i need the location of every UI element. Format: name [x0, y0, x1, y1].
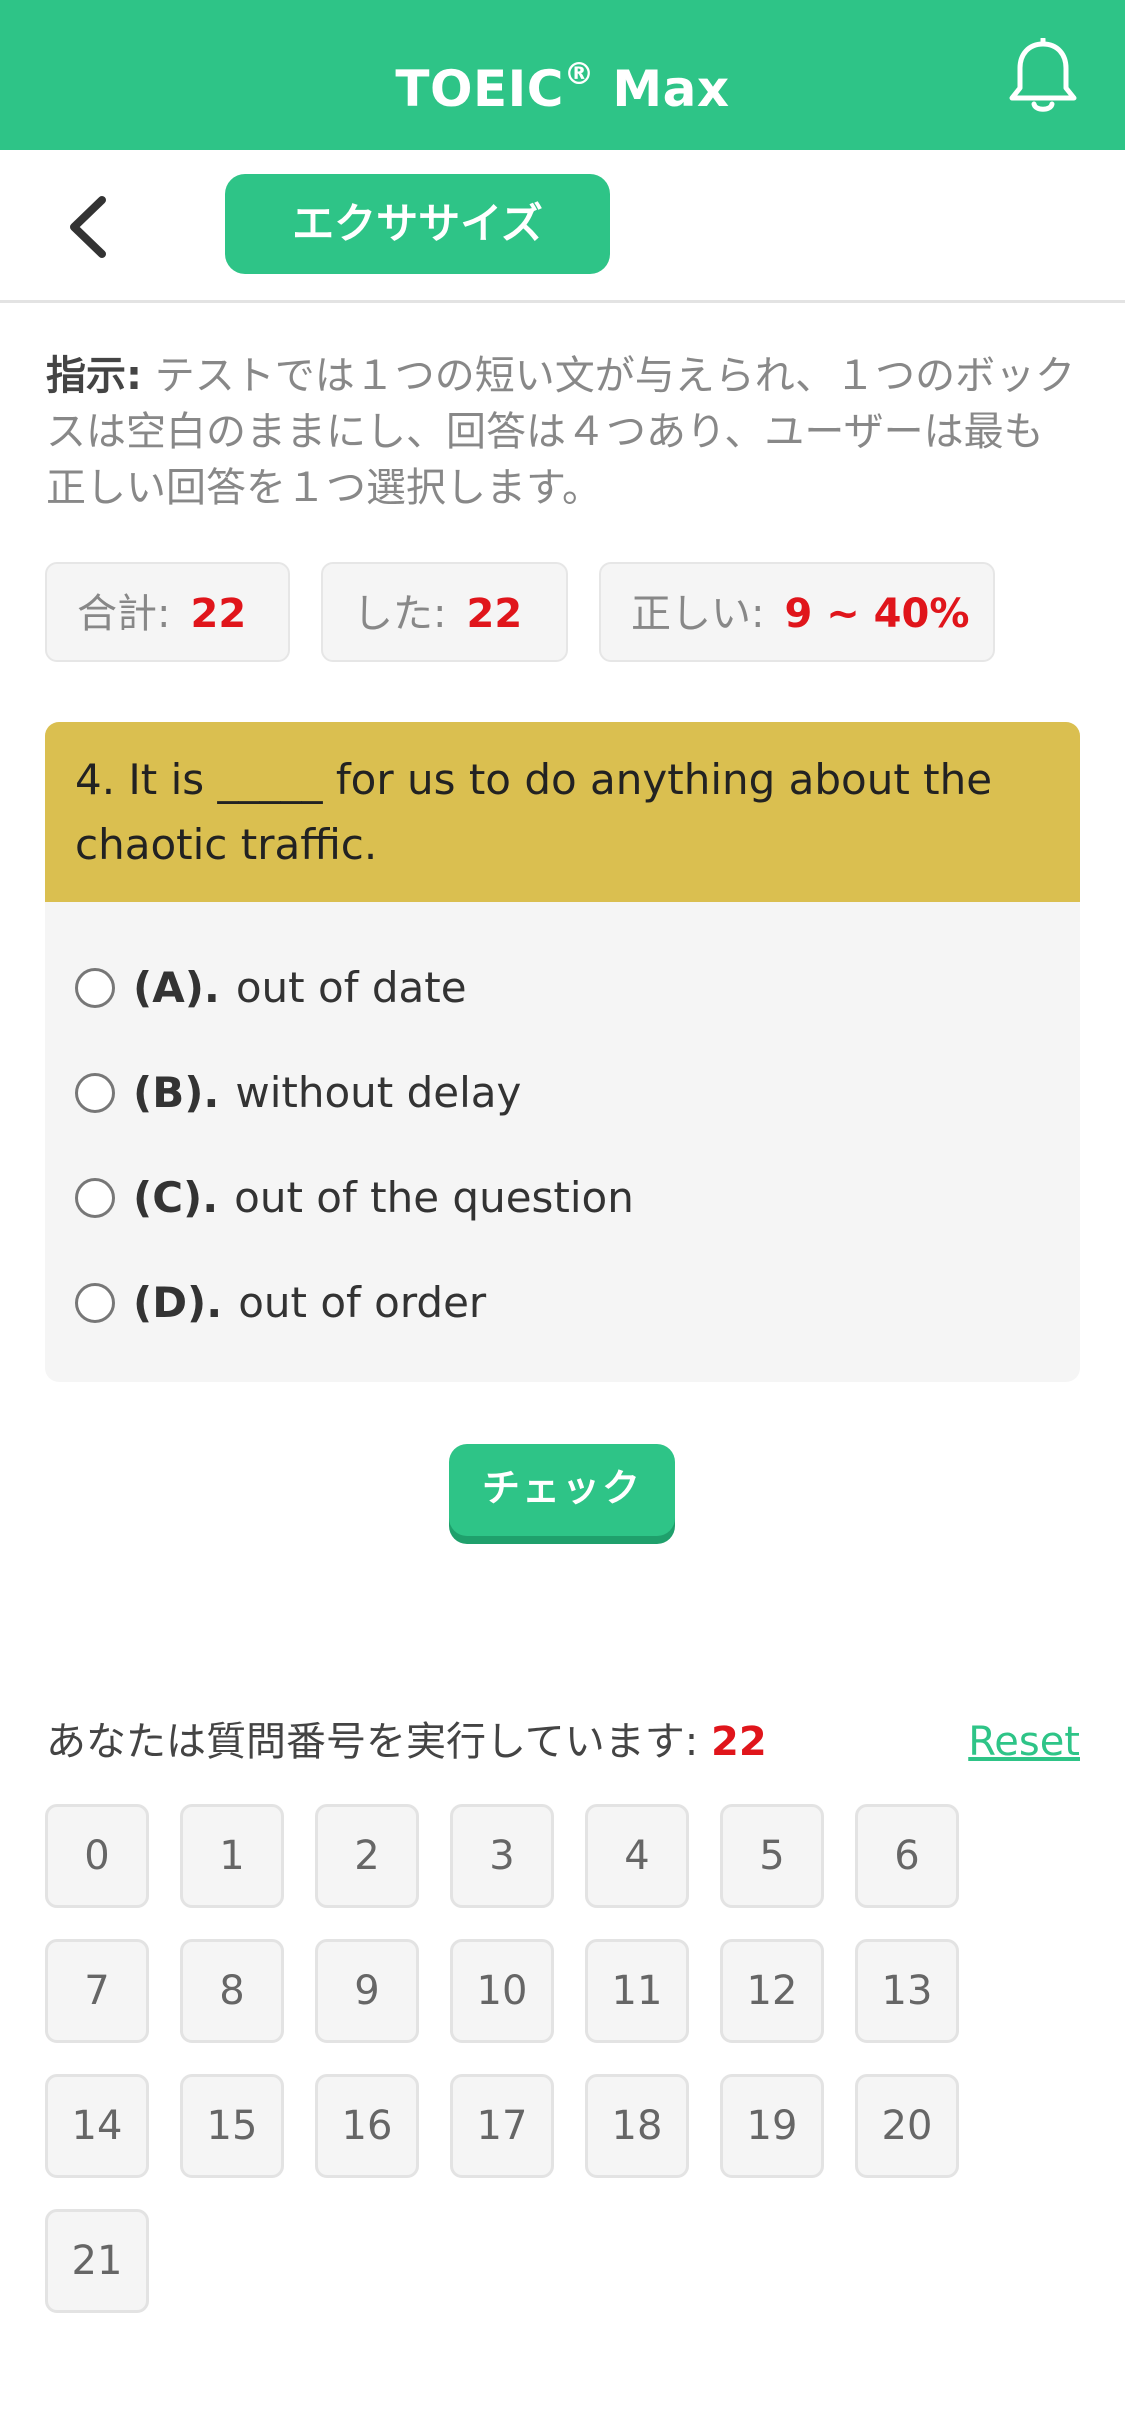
- question-number-button[interactable]: 14: [45, 2074, 149, 2178]
- radio-button[interactable]: [75, 1282, 115, 1323]
- done-stat: した: 22: [321, 562, 568, 662]
- option-a[interactable]: (A). out of date: [75, 948, 1055, 1028]
- question-number-button[interactable]: 17: [450, 2074, 554, 2178]
- question-number-button[interactable]: 11: [585, 1939, 689, 2043]
- radio-button[interactable]: [75, 967, 115, 1008]
- question-number-button[interactable]: 13: [855, 1939, 959, 2043]
- option-c[interactable]: (C). out of the question: [75, 1158, 1055, 1238]
- question-number-button[interactable]: 3: [450, 1804, 554, 1908]
- option-b[interactable]: (B). without delay: [75, 1053, 1055, 1133]
- question-number-button[interactable]: 5: [720, 1804, 824, 1908]
- question-number-button[interactable]: 7: [45, 1939, 149, 2043]
- option-d[interactable]: (D). out of order: [75, 1263, 1055, 1343]
- question-text: 4. It is _____ for us to do anything abo…: [45, 722, 1080, 902]
- question-number-button[interactable]: 10: [450, 1939, 554, 2043]
- instruction-text: 指示: テストでは１つの短い文が与えられ、１つのボックスは空白のままにし、回答は…: [46, 353, 1076, 511]
- question-number-button[interactable]: 18: [585, 2074, 689, 2178]
- app-title: TOEIC® Max: [395, 57, 730, 118]
- radio-button[interactable]: [75, 1072, 115, 1113]
- question-card: 4. It is _____ for us to do anything abo…: [45, 722, 1080, 1382]
- reset-link[interactable]: Reset: [960, 1712, 1080, 1772]
- question-number-button[interactable]: 4: [585, 1804, 689, 1908]
- correct-stat: 正しい: 9 ~ 40%: [599, 562, 995, 662]
- question-number-button[interactable]: 0: [45, 1804, 149, 1908]
- check-button[interactable]: チェック: [449, 1444, 675, 1536]
- question-number-button[interactable]: 19: [720, 2074, 824, 2178]
- question-number-button[interactable]: 9: [315, 1939, 419, 2043]
- bell-icon[interactable]: [1006, 38, 1080, 116]
- total-stat: 合計: 22: [45, 562, 290, 662]
- progress-label: あなたは質問番号を実行しています: 22: [46, 1719, 767, 1765]
- app-header: TOEIC® Max: [0, 0, 1125, 150]
- question-number-button[interactable]: 6: [855, 1804, 959, 1908]
- question-number-button[interactable]: 20: [855, 2074, 959, 2178]
- question-number-button[interactable]: 16: [315, 2074, 419, 2178]
- question-number-button[interactable]: 21: [45, 2209, 149, 2313]
- exercise-tab-button[interactable]: エクササイズ: [225, 174, 610, 274]
- question-number-button[interactable]: 12: [720, 1939, 824, 2043]
- question-number-button[interactable]: 1: [180, 1804, 284, 1908]
- sub-toolbar: エクササイズ: [0, 150, 1125, 303]
- question-number-button[interactable]: 15: [180, 2074, 284, 2178]
- radio-button[interactable]: [75, 1177, 115, 1218]
- question-number-button[interactable]: 2: [315, 1804, 419, 1908]
- chevron-left-icon[interactable]: [60, 192, 120, 262]
- question-number-button[interactable]: 8: [180, 1939, 284, 2043]
